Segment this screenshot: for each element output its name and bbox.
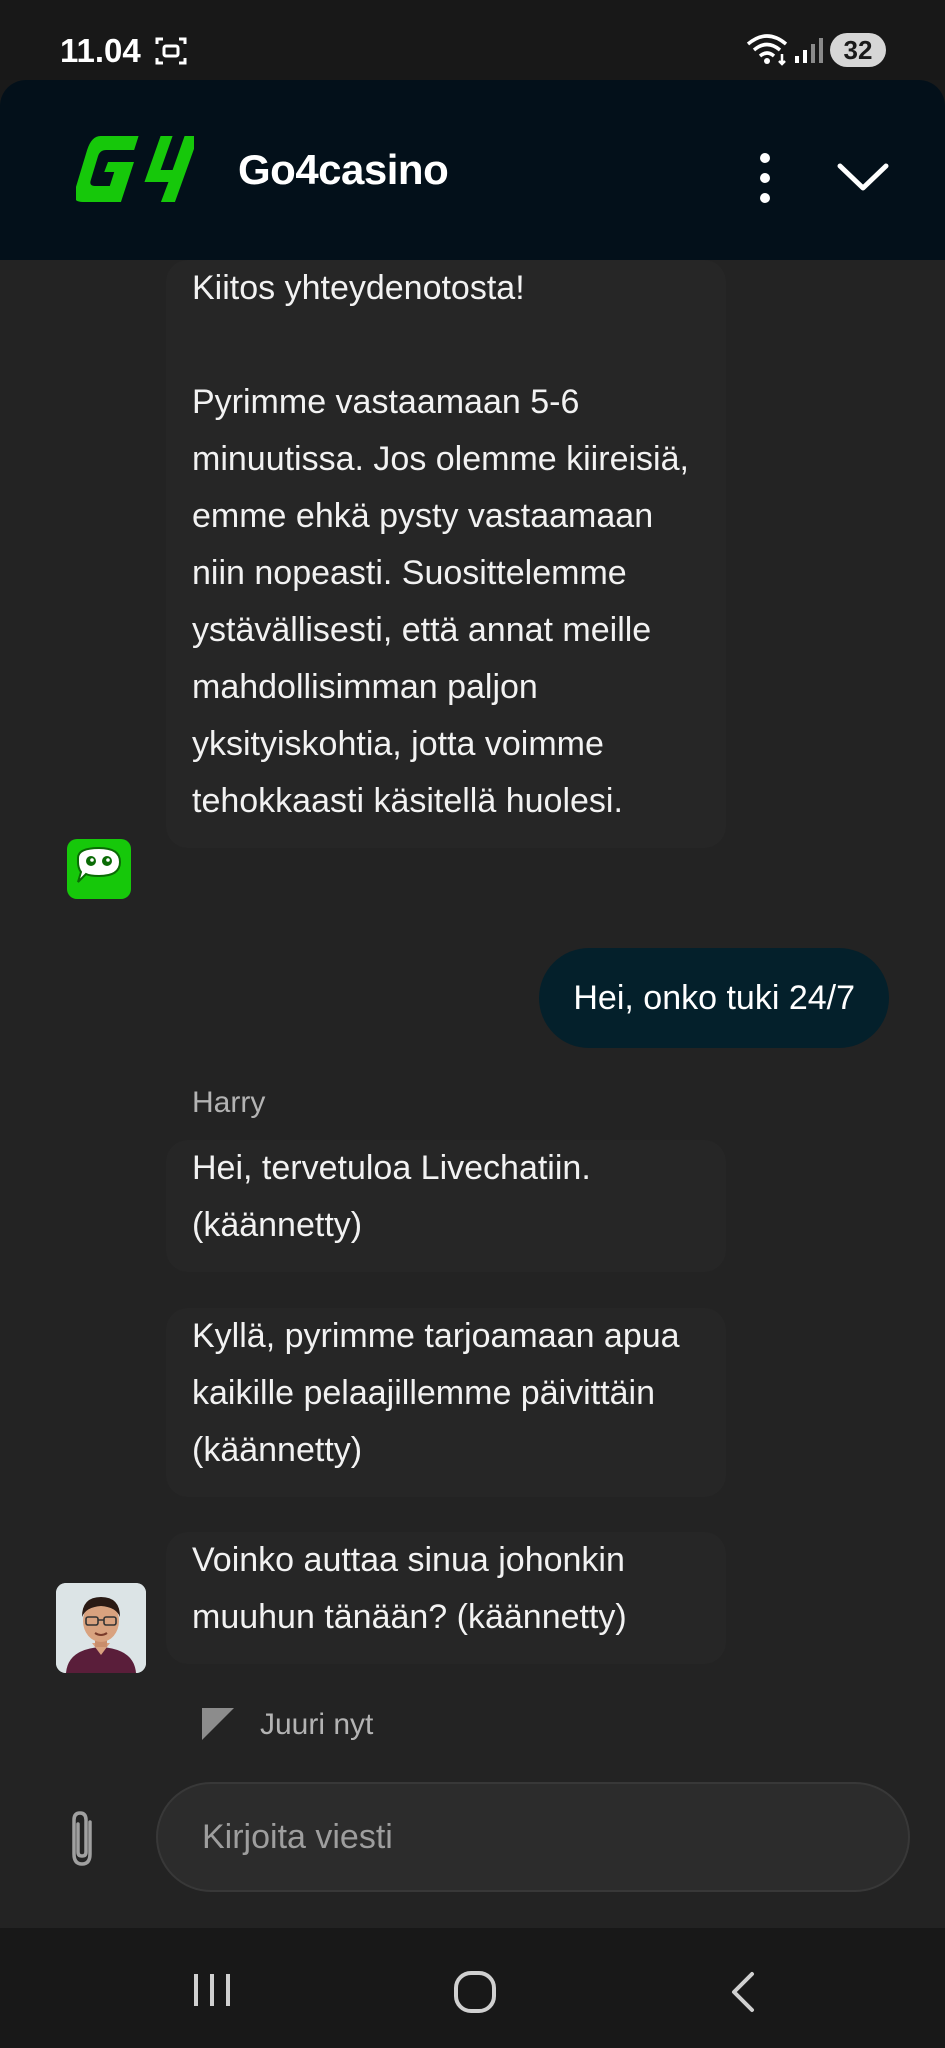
chat-bubble-icon xyxy=(67,839,131,899)
message-corner-icon xyxy=(202,1708,234,1740)
collapse-chat-button[interactable] xyxy=(830,152,896,202)
brand-logo: G4 xyxy=(74,128,199,211)
message-input[interactable] xyxy=(156,1782,910,1892)
recents-icon xyxy=(194,1974,230,2006)
back-button[interactable] xyxy=(726,1970,760,2019)
attach-file-button[interactable] xyxy=(62,1808,102,1875)
screenshot-icon xyxy=(155,36,187,71)
agent-avatar xyxy=(56,1583,146,1673)
chat-panel: G4 Go4casino Kiitos yhteydenotosta! Pyri xyxy=(0,80,945,1928)
message-list[interactable]: Kiitos yhteydenotosta! Pyrimme vastaamaa… xyxy=(0,260,945,1760)
paperclip-icon xyxy=(72,1811,92,1866)
system-navigation-bar xyxy=(0,1928,945,2048)
user-message-bubble: Hei, onko tuki 24/7 xyxy=(539,948,889,1048)
status-bar: 11.04 32 xyxy=(0,0,945,80)
status-time: 11.04 xyxy=(60,32,141,69)
bot-avatar xyxy=(66,836,132,907)
wifi-icon xyxy=(746,32,790,71)
battery-indicator: 32 xyxy=(830,33,886,67)
chat-header: G4 Go4casino xyxy=(0,80,945,260)
bot-message-bubble: Kiitos yhteydenotosta! Pyrimme vastaamaa… xyxy=(166,260,726,848)
chevron-down-icon xyxy=(837,163,889,191)
agent-message-bubble: Voinko auttaa sinua johonkin muuhun tänä… xyxy=(166,1532,726,1664)
agent-name: Harry xyxy=(192,1086,266,1119)
chat-title: Go4casino xyxy=(238,146,449,193)
agent-message-bubble: Kyllä, pyrimme tarjoamaan apua kaikille … xyxy=(166,1308,726,1497)
home-button[interactable] xyxy=(453,1970,497,2019)
user-message-text: Hei, onko tuki 24/7 xyxy=(573,979,855,1017)
home-icon xyxy=(454,1971,496,2013)
agent-message-text: Hei, tervetuloa Livechatiin. (käännetty) xyxy=(192,1149,591,1244)
recents-button[interactable] xyxy=(190,1972,234,2013)
agent-message-bubble: Hei, tervetuloa Livechatiin. (käännetty) xyxy=(166,1140,726,1272)
more-vertical-icon xyxy=(760,153,770,203)
timestamp-label: Juuri nyt xyxy=(260,1708,374,1741)
bot-message-text: Kiitos yhteydenotosta! Pyrimme vastaamaa… xyxy=(192,269,689,820)
more-options-button[interactable] xyxy=(740,148,790,208)
agent-message-text: Voinko auttaa sinua johonkin muuhun tänä… xyxy=(192,1541,627,1636)
signal-icon xyxy=(794,36,824,69)
back-icon xyxy=(732,1972,754,2012)
agent-message-text: Kyllä, pyrimme tarjoamaan apua kaikille … xyxy=(192,1317,680,1469)
message-composer xyxy=(0,1760,945,1920)
